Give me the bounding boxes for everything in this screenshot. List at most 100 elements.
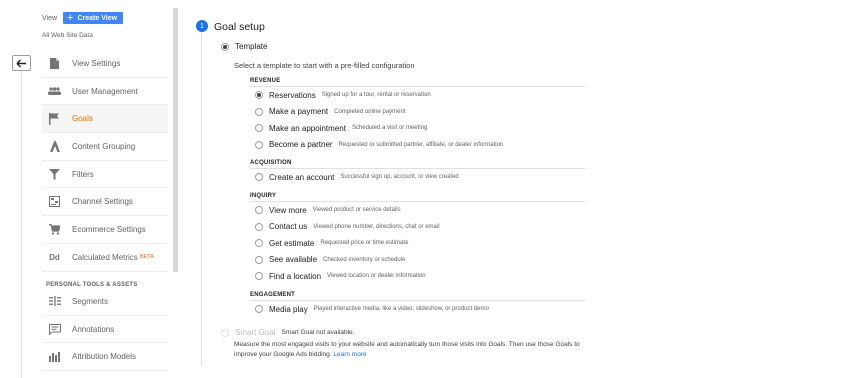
option-label: Become a partner xyxy=(269,140,333,150)
sidebar-item-label: Calculated Metrics xyxy=(72,252,138,262)
plus-icon: + xyxy=(67,12,74,24)
option-radio[interactable] xyxy=(255,91,263,100)
option-label: Media play xyxy=(269,304,308,314)
option-label: Contact us xyxy=(269,222,308,232)
sidebar-item-label: Annotations xyxy=(72,324,115,334)
option-description: Signed up for a tour, rental or reservat… xyxy=(321,92,431,99)
option-label: Make a payment xyxy=(269,107,329,117)
sidebar-item-channel-settings[interactable]: Channel Settings xyxy=(42,188,168,217)
option-radio[interactable] xyxy=(255,272,263,281)
option-radio[interactable] xyxy=(255,173,263,182)
smart-goal-option: Smart Goal Smart Goal not available. xyxy=(221,328,354,337)
category-inquiry: INQUIRY View more Viewed product or serv… xyxy=(250,193,585,285)
document-icon xyxy=(48,57,61,70)
step-title: Goal setup xyxy=(214,21,265,33)
annotations-icon xyxy=(48,323,61,336)
flag-icon xyxy=(48,112,61,125)
goal-option-contact-us[interactable]: Contact us Viewed phone number, directio… xyxy=(250,219,585,236)
template-radio[interactable] xyxy=(221,42,229,51)
option-description: Scheduled a visit or meeting xyxy=(351,125,428,132)
category-header: INQUIRY xyxy=(250,193,585,202)
step-connector-line xyxy=(201,33,202,366)
category-engagement: ENGAGEMENT Media play Played interactive… xyxy=(250,292,585,318)
template-option[interactable]: Template xyxy=(221,42,267,51)
option-radio[interactable] xyxy=(255,140,263,149)
step-number-badge: 1 xyxy=(196,20,208,32)
sidebar-item-attribution-models[interactable]: Attribution Models xyxy=(42,343,168,372)
sidebar-item-ecommerce-settings[interactable]: Ecommerce Settings xyxy=(42,216,168,244)
view-nav: View Settings User Management Goals Cont… xyxy=(42,50,168,272)
option-description: Completed online payment xyxy=(334,108,406,115)
goal-option-see-available[interactable]: See available Checked inventory or sched… xyxy=(250,252,585,269)
sidebar-item-segments[interactable]: Segments xyxy=(42,288,168,316)
create-view-label: Create View xyxy=(77,14,118,22)
learn-more-link[interactable]: Learn more xyxy=(333,351,366,358)
smart-goal-status: Smart Goal not available. xyxy=(281,329,355,336)
sidebar-item-label: Attribution Models xyxy=(72,352,137,362)
goal-option-find-a-location[interactable]: Find a location Viewed location or deale… xyxy=(250,268,585,285)
sidebar-item-content-grouping[interactable]: Content Grouping xyxy=(42,133,168,161)
goal-option-create-an-account[interactable]: Create an account Successful sign up, ac… xyxy=(250,169,585,186)
option-radio[interactable] xyxy=(255,124,263,133)
sidebar-item-calculated-metrics[interactable]: Dd Calculated Metrics BETA xyxy=(42,244,168,272)
goal-option-media-play[interactable]: Media play Played interactive media, lik… xyxy=(250,301,585,318)
sidebar-item-label: View Settings xyxy=(72,58,121,68)
back-arrow-icon xyxy=(16,59,26,67)
option-description: Viewed phone number, directions, chat or… xyxy=(313,223,440,230)
option-label: Get estimate xyxy=(269,238,315,248)
template-label: Template xyxy=(235,42,268,51)
option-label: Create an account xyxy=(269,172,335,182)
option-label: Make an appointment xyxy=(269,123,346,133)
smart-goal-description: Measure the most engaged visits to your … xyxy=(234,340,594,359)
option-description: Viewed location or dealer information xyxy=(327,273,426,280)
option-radio[interactable] xyxy=(255,107,263,116)
option-description: Played interactive media, like a video, … xyxy=(313,306,489,313)
sidebar-item-view-settings[interactable]: View Settings xyxy=(42,50,168,78)
view-header: View + Create View xyxy=(42,12,124,24)
sidebar-item-label: User Management xyxy=(72,86,138,96)
option-radio[interactable] xyxy=(255,239,263,248)
option-radio[interactable] xyxy=(255,255,263,264)
sidebar-item-filters[interactable]: Filters xyxy=(42,161,168,189)
sidebar-item-label: Ecommerce Settings xyxy=(72,224,146,234)
cart-icon xyxy=(48,223,61,236)
option-label: Reservations xyxy=(269,90,316,100)
smart-goal-radio xyxy=(221,328,229,337)
goal-option-become-a-partner[interactable]: Become a partner Requested or submitted … xyxy=(250,137,585,154)
dd-icon: Dd xyxy=(49,252,60,262)
sidebar-item-label: Filters xyxy=(72,169,94,179)
option-label: View more xyxy=(269,205,307,215)
sidebar-item-annotations[interactable]: Annotations xyxy=(42,316,168,344)
option-description: Checked inventory or schedule xyxy=(323,256,406,263)
option-radio[interactable] xyxy=(255,206,263,215)
back-button[interactable] xyxy=(12,55,31,71)
option-radio[interactable] xyxy=(255,222,263,231)
sidebar-item-user-management[interactable]: User Management xyxy=(42,78,168,106)
goal-option-make-a-payment[interactable]: Make a payment Completed online payment xyxy=(250,104,585,121)
category-header: ENGAGEMENT xyxy=(250,292,585,301)
sidebar-item-label: Segments xyxy=(72,296,109,306)
option-description: Requested or submitted partner, affiliat… xyxy=(338,141,504,148)
bar-chart-icon xyxy=(48,350,61,363)
sidebar-item-label: Goals xyxy=(72,114,93,124)
create-view-button[interactable]: + Create View xyxy=(63,12,124,24)
option-label: Find a location xyxy=(269,271,322,281)
sidebar-item-goals[interactable]: Goals xyxy=(42,105,168,134)
goal-option-get-estimate[interactable]: Get estimate Requested price or time est… xyxy=(250,235,585,252)
option-radio[interactable] xyxy=(255,305,263,314)
goal-option-view-more[interactable]: View more Viewed product or service deta… xyxy=(250,202,585,219)
template-instructions: Select a template to start with a pre-fi… xyxy=(234,61,415,70)
users-icon xyxy=(48,85,61,98)
option-label: See available xyxy=(269,255,318,265)
category-revenue: REVENUE Reservations Signed up for a tou… xyxy=(250,78,585,153)
goal-option-reservations[interactable]: Reservations Signed up for a tour, renta… xyxy=(250,87,585,104)
option-description: Viewed product or service details xyxy=(312,207,401,214)
category-header: ACQUISITION xyxy=(250,160,585,169)
tools-nav: Segments Annotations Attribution Models xyxy=(42,288,168,372)
view-selector[interactable]: All Web Site Data xyxy=(42,32,93,39)
smart-goal-description-text: Measure the most engaged visits to your … xyxy=(234,341,580,358)
sidebar-scrollbar[interactable] xyxy=(173,8,178,272)
goal-option-make-an-appointment[interactable]: Make an appointment Scheduled a visit or… xyxy=(250,120,585,137)
view-label: View xyxy=(42,14,58,22)
filter-icon xyxy=(48,168,61,181)
